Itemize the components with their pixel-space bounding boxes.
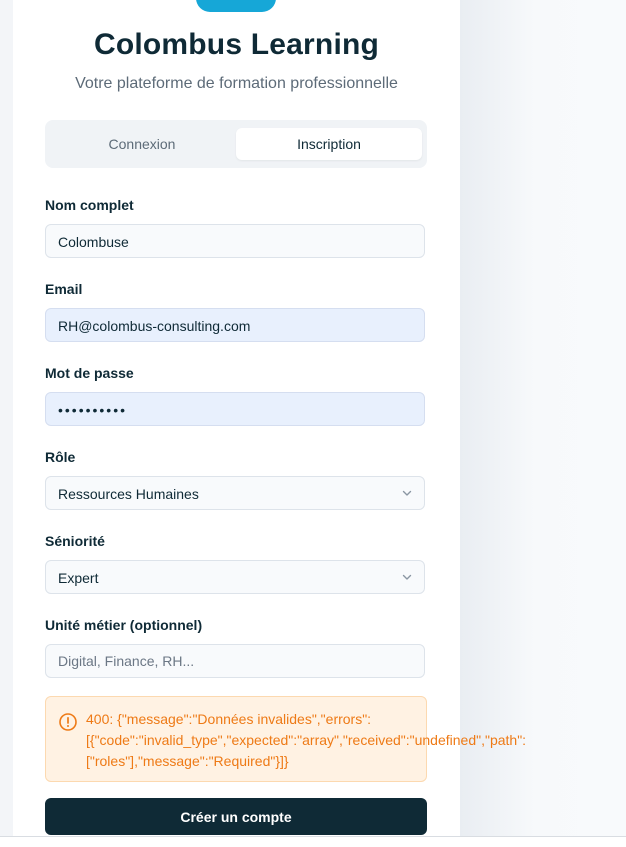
chevron-down-icon (402, 490, 412, 496)
password-field[interactable]: •••••••••• (45, 392, 425, 426)
email-label: Email (45, 281, 83, 297)
signup-card: Colombus Learning Votre plateforme de fo… (13, 0, 526, 836)
role-label: Rôle (45, 449, 76, 465)
tab-inscription[interactable]: Inscription (236, 128, 422, 160)
bottom-bar (0, 837, 626, 847)
business-unit-input[interactable] (45, 644, 425, 678)
business-unit-label: Unité métier (optionnel) (45, 617, 203, 633)
tab-connexion[interactable]: Connexion (49, 128, 235, 160)
app-title: Colombus Learning (93, 28, 380, 61)
create-account-button[interactable]: Créer un compte (45, 798, 427, 835)
seniority-select[interactable]: Expert (45, 560, 425, 594)
role-select[interactable]: Ressources Humaines (45, 476, 425, 510)
error-alert: 400: {"message":"Données invalides","err… (45, 696, 526, 782)
error-message: 400: {"message":"Données invalides","err… (86, 711, 527, 769)
auth-tabs: Connexion Inscription (45, 120, 427, 168)
alert-circle-icon (59, 713, 77, 731)
seniority-label: Séniorité (45, 533, 105, 549)
seniority-select-value: Expert (58, 570, 99, 586)
role-select-value: Ressources Humaines (58, 486, 199, 502)
logo (196, 0, 276, 12)
name-label: Nom complet (45, 197, 134, 213)
password-label: Mot de passe (45, 365, 134, 381)
name-field[interactable]: Colombuse (45, 224, 425, 258)
app-subtitle: Votre plateforme de formation profession… (75, 75, 398, 92)
chevron-down-icon (402, 574, 412, 580)
email-field[interactable]: RH@colombus-consulting.com (45, 308, 425, 342)
